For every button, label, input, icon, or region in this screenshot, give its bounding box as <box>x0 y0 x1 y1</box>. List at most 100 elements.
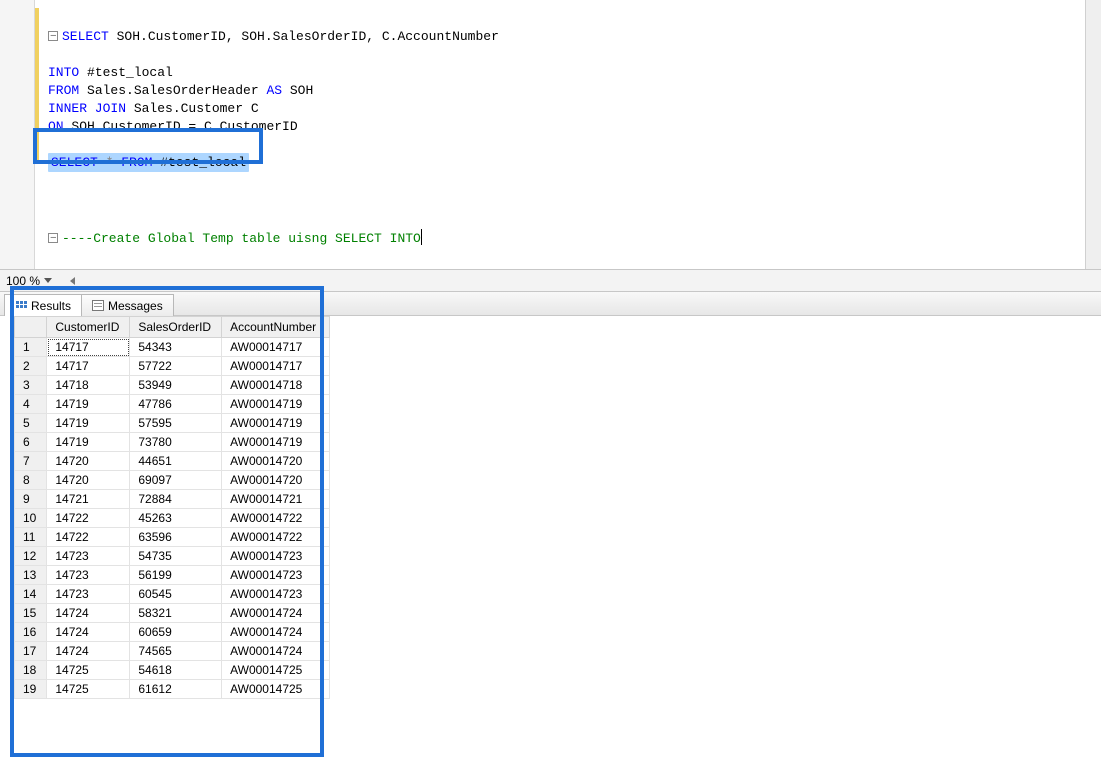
row-number[interactable]: 1 <box>15 338 47 357</box>
cell-accountnumber[interactable]: AW00014719 <box>222 395 330 414</box>
row-number[interactable]: 12 <box>15 547 47 566</box>
cell-accountnumber[interactable]: AW00014723 <box>222 566 330 585</box>
row-number[interactable]: 5 <box>15 414 47 433</box>
row-number[interactable]: 6 <box>15 433 47 452</box>
table-row[interactable]: 101472245263AW00014722 <box>15 509 330 528</box>
row-number[interactable]: 15 <box>15 604 47 623</box>
row-number[interactable]: 4 <box>15 395 47 414</box>
row-header-blank[interactable] <box>15 317 47 338</box>
cell-salesorderid[interactable]: 54343 <box>130 338 222 357</box>
cell-accountnumber[interactable]: AW00014717 <box>222 357 330 376</box>
table-row[interactable]: 171472474565AW00014724 <box>15 642 330 661</box>
row-number[interactable]: 11 <box>15 528 47 547</box>
cell-customerid[interactable]: 14724 <box>47 642 130 661</box>
editor-hscroll-start-icon[interactable] <box>65 277 75 285</box>
sql-editor-pane[interactable]: SELECT SOH.CustomerID, SOH.SalesOrderID,… <box>0 0 1101 270</box>
tab-messages[interactable]: Messages <box>81 294 174 316</box>
cell-customerid[interactable]: 14723 <box>47 547 130 566</box>
cell-customerid[interactable]: 14720 <box>47 452 130 471</box>
row-number[interactable]: 13 <box>15 566 47 585</box>
row-number[interactable]: 8 <box>15 471 47 490</box>
cell-customerid[interactable]: 14723 <box>47 585 130 604</box>
row-number[interactable]: 3 <box>15 376 47 395</box>
table-row[interactable]: 51471957595AW00014719 <box>15 414 330 433</box>
cell-accountnumber[interactable]: AW00014718 <box>222 376 330 395</box>
table-row[interactable]: 21471757722AW00014717 <box>15 357 330 376</box>
cell-salesorderid[interactable]: 45263 <box>130 509 222 528</box>
cell-salesorderid[interactable]: 63596 <box>130 528 222 547</box>
table-row[interactable]: 121472354735AW00014723 <box>15 547 330 566</box>
cell-customerid[interactable]: 14725 <box>47 661 130 680</box>
cell-accountnumber[interactable]: AW00014719 <box>222 433 330 452</box>
cell-salesorderid[interactable]: 54735 <box>130 547 222 566</box>
cell-customerid[interactable]: 14721 <box>47 490 130 509</box>
cell-accountnumber[interactable]: AW00014724 <box>222 604 330 623</box>
cell-customerid[interactable]: 14724 <box>47 604 130 623</box>
table-row[interactable]: 81472069097AW00014720 <box>15 471 330 490</box>
row-number[interactable]: 16 <box>15 623 47 642</box>
fold-toggle-icon[interactable] <box>48 31 58 41</box>
cell-accountnumber[interactable]: AW00014717 <box>222 338 330 357</box>
cell-salesorderid[interactable]: 57595 <box>130 414 222 433</box>
cell-salesorderid[interactable]: 74565 <box>130 642 222 661</box>
tab-results[interactable]: Results <box>4 294 82 316</box>
cell-salesorderid[interactable]: 57722 <box>130 357 222 376</box>
selected-sql-line[interactable]: SELECT * FROM #test_local <box>48 153 249 172</box>
cell-customerid[interactable]: 14725 <box>47 680 130 699</box>
cell-accountnumber[interactable]: AW00014723 <box>222 585 330 604</box>
cell-salesorderid[interactable]: 56199 <box>130 566 222 585</box>
table-row[interactable]: 111472263596AW00014722 <box>15 528 330 547</box>
cell-customerid[interactable]: 14719 <box>47 395 130 414</box>
col-header-customerid[interactable]: CustomerID <box>47 317 130 338</box>
row-number[interactable]: 19 <box>15 680 47 699</box>
editor-vertical-scrollbar[interactable] <box>1085 0 1101 269</box>
table-row[interactable]: 61471973780AW00014719 <box>15 433 330 452</box>
cell-accountnumber[interactable]: AW00014720 <box>222 471 330 490</box>
row-number[interactable]: 7 <box>15 452 47 471</box>
cell-customerid[interactable]: 14717 <box>47 357 130 376</box>
table-row[interactable]: 161472460659AW00014724 <box>15 623 330 642</box>
cell-accountnumber[interactable]: AW00014722 <box>222 528 330 547</box>
cell-customerid[interactable]: 14724 <box>47 623 130 642</box>
row-number[interactable]: 18 <box>15 661 47 680</box>
row-number[interactable]: 14 <box>15 585 47 604</box>
table-row[interactable]: 91472172884AW00014721 <box>15 490 330 509</box>
row-number[interactable]: 9 <box>15 490 47 509</box>
chevron-down-icon[interactable] <box>44 278 52 283</box>
cell-accountnumber[interactable]: AW00014724 <box>222 642 330 661</box>
col-header-salesorderid[interactable]: SalesOrderID <box>130 317 222 338</box>
cell-salesorderid[interactable]: 47786 <box>130 395 222 414</box>
row-number[interactable]: 10 <box>15 509 47 528</box>
cell-accountnumber[interactable]: AW00014721 <box>222 490 330 509</box>
cell-salesorderid[interactable]: 58321 <box>130 604 222 623</box>
table-row[interactable]: 31471853949AW00014718 <box>15 376 330 395</box>
cell-customerid[interactable]: 14718 <box>47 376 130 395</box>
row-number[interactable]: 2 <box>15 357 47 376</box>
cell-accountnumber[interactable]: AW00014725 <box>222 661 330 680</box>
cell-customerid[interactable]: 14719 <box>47 433 130 452</box>
cell-salesorderid[interactable]: 44651 <box>130 452 222 471</box>
cell-customerid[interactable]: 14723 <box>47 566 130 585</box>
cell-salesorderid[interactable]: 60659 <box>130 623 222 642</box>
cell-accountnumber[interactable]: AW00014724 <box>222 623 330 642</box>
table-row[interactable]: 41471947786AW00014719 <box>15 395 330 414</box>
cell-accountnumber[interactable]: AW00014723 <box>222 547 330 566</box>
table-row[interactable]: 71472044651AW00014720 <box>15 452 330 471</box>
cell-salesorderid[interactable]: 69097 <box>130 471 222 490</box>
cell-salesorderid[interactable]: 54618 <box>130 661 222 680</box>
cell-salesorderid[interactable]: 73780 <box>130 433 222 452</box>
cell-accountnumber[interactable]: AW00014720 <box>222 452 330 471</box>
cell-salesorderid[interactable]: 72884 <box>130 490 222 509</box>
cell-accountnumber[interactable]: AW00014719 <box>222 414 330 433</box>
cell-salesorderid[interactable]: 53949 <box>130 376 222 395</box>
cell-customerid[interactable]: 14717 <box>47 338 130 357</box>
zoom-combo[interactable]: 100 % <box>6 274 52 288</box>
cell-customerid[interactable]: 14722 <box>47 528 130 547</box>
cell-salesorderid[interactable]: 61612 <box>130 680 222 699</box>
cell-customerid[interactable]: 14719 <box>47 414 130 433</box>
cell-salesorderid[interactable]: 60545 <box>130 585 222 604</box>
cell-customerid[interactable]: 14720 <box>47 471 130 490</box>
row-number[interactable]: 17 <box>15 642 47 661</box>
table-row[interactable]: 131472356199AW00014723 <box>15 566 330 585</box>
cell-accountnumber[interactable]: AW00014722 <box>222 509 330 528</box>
